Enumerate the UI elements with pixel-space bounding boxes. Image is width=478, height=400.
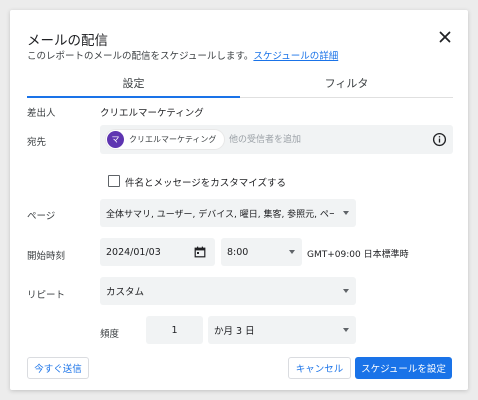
chevron-down-icon [343, 211, 349, 215]
sender-value: クリエルマーケティング [100, 108, 204, 119]
add-recipient-input[interactable] [229, 125, 419, 154]
recipients-label: 宛先 [27, 137, 47, 148]
customize-message-checkbox[interactable] [108, 175, 120, 187]
customize-message-label[interactable]: 件名とメッセージをカスタマイズする [125, 175, 286, 189]
frequency-count-input[interactable]: 1 [146, 316, 203, 344]
close-icon [439, 31, 451, 43]
send-now-button[interactable]: 今すぐ送信 [27, 357, 89, 379]
start-time-dropdown[interactable]: 8:00 [221, 238, 302, 266]
chevron-down-icon [343, 328, 349, 332]
frequency-count-value: 1 [171, 324, 178, 336]
recipient-chip[interactable]: マ クリエルマーケティング [105, 129, 226, 150]
set-schedule-button[interactable]: スケジュールを設定 [355, 357, 452, 379]
start-date-value: 2024/01/03 [106, 246, 161, 258]
schedule-details-link[interactable]: スケジュールの詳細 [253, 51, 338, 62]
close-button[interactable] [436, 28, 454, 46]
pages-label: ページ [27, 211, 56, 222]
tab-filter[interactable]: フィルタ [240, 69, 453, 97]
timezone-text: GMT+09:00 日本標準時 [307, 250, 409, 260]
recipients-field[interactable]: マ クリエルマーケティング [100, 125, 453, 154]
repeat-dropdown-value: カスタム [106, 287, 145, 298]
tab-settings[interactable]: 設定 [27, 69, 240, 97]
dialog-subtitle: このレポートのメールの配信をスケジュールします。スケジュールの詳細 [27, 48, 338, 62]
subtitle-text: このレポートのメールの配信をスケジュールします。 [27, 51, 254, 62]
sender-label: 差出人 [27, 108, 56, 119]
frequency-label: 頻度 [100, 329, 120, 340]
calendar-icon[interactable] [194, 246, 206, 258]
repeat-label: リピート [27, 290, 66, 301]
active-tab-indicator [27, 96, 240, 98]
chevron-down-icon [343, 289, 349, 293]
avatar: マ [107, 131, 124, 148]
tab-bar: 設定 フィルタ [27, 69, 453, 98]
dialog-title: メールの配信 [27, 33, 108, 49]
pages-dropdown[interactable]: 全体サマリ, ユーザー, デバイス, 曜日, 集客, 参照元, ページ, ... [100, 199, 356, 227]
info-icon[interactable] [432, 132, 447, 147]
frequency-unit-dropdown[interactable]: か月 3 日 [208, 316, 356, 344]
pages-dropdown-value: 全体サマリ, ユーザー, デバイス, 曜日, 集客, 参照元, ページ, ... [106, 209, 334, 220]
recipient-chip-label: クリエルマーケティング [129, 135, 217, 144]
frequency-unit-value: か月 3 日 [214, 326, 255, 337]
start-time-label: 開始時刻 [27, 251, 66, 262]
repeat-dropdown[interactable]: カスタム [100, 277, 356, 305]
start-time-value: 8:00 [227, 246, 249, 258]
email-delivery-dialog: メールの配信 このレポートのメールの配信をスケジュールします。スケジュールの詳細… [10, 10, 468, 390]
chevron-down-icon [289, 250, 295, 254]
start-date-field[interactable]: 2024/01/03 [100, 238, 215, 266]
cancel-button[interactable]: キャンセル [288, 357, 351, 379]
